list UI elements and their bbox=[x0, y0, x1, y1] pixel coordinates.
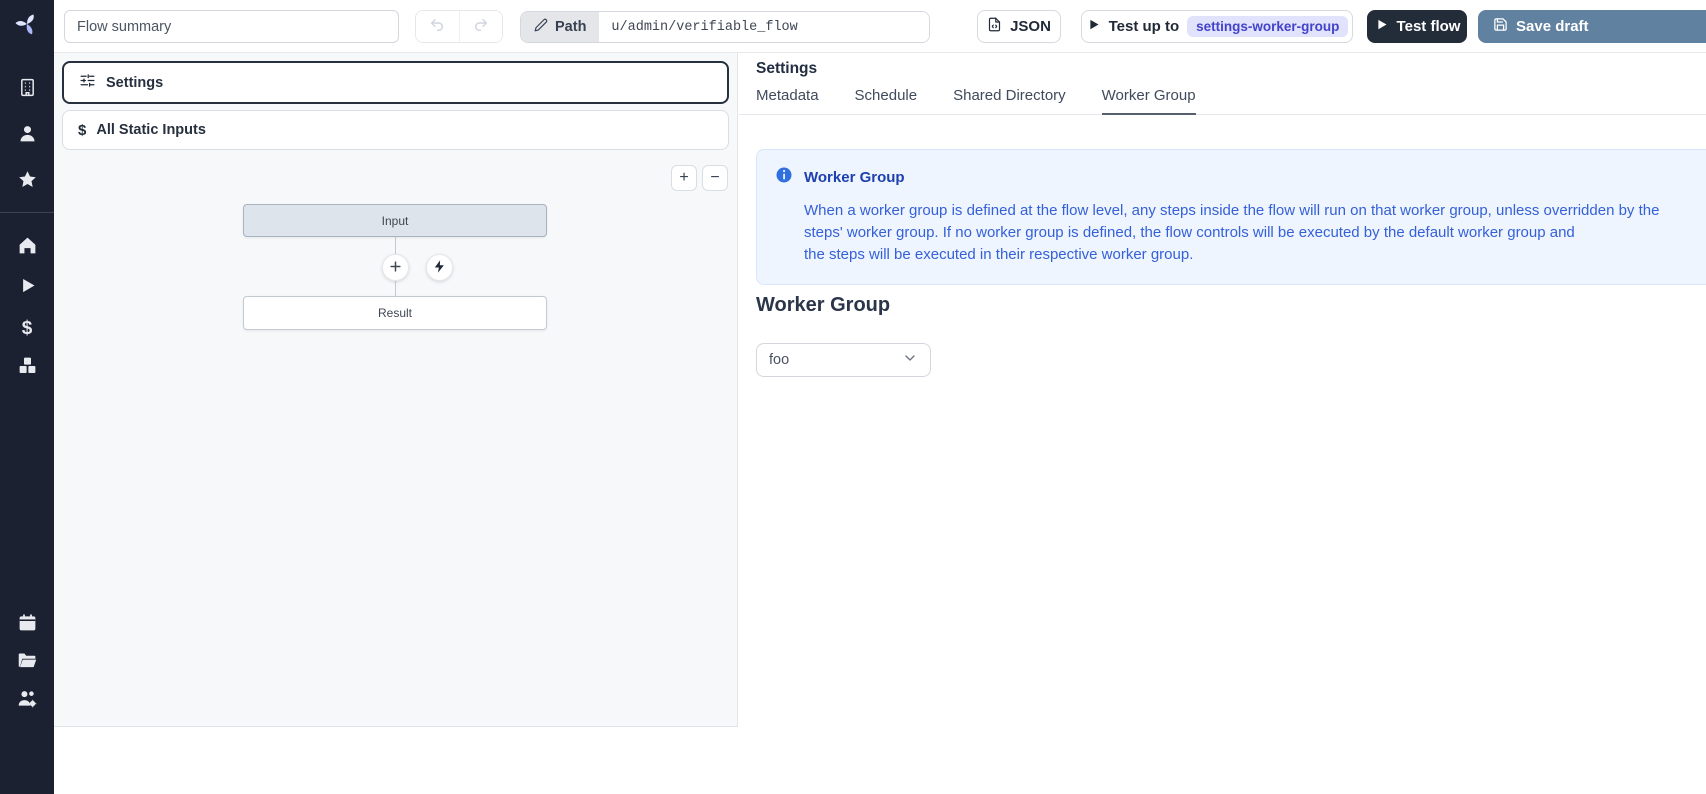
windmill-pinwheel-icon bbox=[15, 12, 39, 41]
sidebar-item-resources[interactable] bbox=[0, 350, 54, 386]
sidebar-item-variables[interactable]: $ bbox=[0, 310, 54, 346]
edit-path-button[interactable]: Path bbox=[521, 12, 599, 42]
star-icon bbox=[17, 169, 38, 195]
path-group: Path bbox=[520, 11, 930, 43]
sliders-icon bbox=[79, 72, 96, 94]
test-up-to-button[interactable]: Test up to settings-worker-group bbox=[1081, 10, 1353, 43]
json-button-label: JSON bbox=[1010, 18, 1051, 35]
flow-settings-label: Settings bbox=[106, 75, 163, 91]
flow-path-input[interactable] bbox=[599, 12, 929, 42]
sidebar-divider bbox=[0, 212, 54, 213]
info-text-line: steps' worker group. If no worker group … bbox=[804, 222, 1706, 244]
sidebar-item-user[interactable] bbox=[0, 118, 54, 154]
save-draft-label: Save draft bbox=[1516, 18, 1589, 35]
save-draft-button[interactable]: Save draft bbox=[1478, 10, 1706, 43]
sidebar-item-folders[interactable] bbox=[0, 645, 54, 681]
sidebar-item-home[interactable] bbox=[0, 230, 54, 266]
play-icon bbox=[17, 275, 38, 301]
info-text-line: When a worker group is defined at the fl… bbox=[804, 200, 1706, 222]
test-up-to-label: Test up to bbox=[1109, 18, 1180, 35]
zoom-in-button[interactable]: + bbox=[671, 165, 697, 191]
file-json-icon bbox=[987, 17, 1002, 36]
sidebar-item-favorites[interactable] bbox=[0, 164, 54, 200]
worker-group-selected-value: foo bbox=[769, 352, 789, 368]
tab-worker-group[interactable]: Worker Group bbox=[1102, 87, 1196, 115]
info-text-line: the steps will be executed in their resp… bbox=[804, 244, 1706, 266]
settings-panel: Settings Metadata Schedule Shared Direct… bbox=[739, 54, 1706, 794]
dollar-sign-icon: $ bbox=[22, 319, 33, 338]
play-icon bbox=[1374, 17, 1389, 36]
add-step-button[interactable] bbox=[382, 254, 409, 281]
undo-button[interactable] bbox=[416, 11, 459, 42]
sidebar-item-workers[interactable] bbox=[0, 683, 54, 719]
home-icon bbox=[17, 235, 38, 261]
worker-group-heading: Worker Group bbox=[756, 294, 890, 317]
tab-schedule[interactable]: Schedule bbox=[855, 87, 918, 115]
tab-metadata[interactable]: Metadata bbox=[756, 87, 819, 115]
boxes-icon bbox=[17, 355, 38, 381]
test-up-to-step-badge: settings-worker-group bbox=[1187, 16, 1348, 37]
sidebar-item-workspace[interactable] bbox=[0, 72, 54, 108]
sidebar-item-runs[interactable] bbox=[0, 270, 54, 306]
trigger-button[interactable] bbox=[426, 254, 453, 281]
plus-circle-icon bbox=[388, 259, 403, 277]
lightning-bolt-icon bbox=[432, 259, 447, 277]
calendar-icon bbox=[17, 612, 38, 638]
topbar: Path JSON Test up to settings-worker-gro… bbox=[54, 0, 1706, 53]
undo-redo-group bbox=[415, 10, 503, 43]
undo-icon bbox=[429, 17, 445, 36]
chevron-down-icon bbox=[902, 350, 918, 370]
tab-shared-directory[interactable]: Shared Directory bbox=[953, 87, 1066, 115]
input-node[interactable]: Input bbox=[243, 204, 547, 237]
sidebar-item-schedules[interactable] bbox=[0, 607, 54, 643]
flow-settings-item[interactable]: Settings bbox=[62, 61, 729, 104]
info-box-title: Worker Group bbox=[804, 169, 905, 186]
all-static-inputs-label: All Static Inputs bbox=[96, 122, 206, 138]
user-icon bbox=[17, 123, 38, 149]
dollar-sign-icon: $ bbox=[78, 122, 86, 139]
flow-graph-panel: Settings $ All Static Inputs + − Input R… bbox=[54, 53, 738, 727]
redo-icon bbox=[473, 17, 489, 36]
windmill-flow-editor: $ bbox=[0, 0, 1706, 794]
info-icon bbox=[775, 166, 793, 189]
test-flow-button[interactable]: Test flow bbox=[1367, 10, 1467, 43]
sidebar: $ bbox=[0, 0, 54, 794]
redo-button[interactable] bbox=[459, 11, 503, 42]
settings-panel-title: Settings bbox=[756, 60, 817, 78]
building-icon bbox=[17, 77, 38, 103]
test-flow-label: Test flow bbox=[1397, 18, 1461, 35]
windmill-logo[interactable] bbox=[0, 0, 54, 53]
settings-tabs: Metadata Schedule Shared Directory Worke… bbox=[756, 87, 1706, 115]
path-label: Path bbox=[555, 19, 586, 35]
all-static-inputs-item[interactable]: $ All Static Inputs bbox=[62, 110, 729, 150]
users-cog-icon bbox=[17, 688, 38, 714]
worker-group-select[interactable]: foo bbox=[756, 343, 931, 377]
flow-summary-input[interactable] bbox=[64, 10, 399, 43]
play-icon bbox=[1086, 17, 1101, 36]
json-button[interactable]: JSON bbox=[977, 10, 1061, 43]
result-node[interactable]: Result bbox=[243, 296, 547, 330]
worker-group-info-box: Worker Group When a worker group is defi… bbox=[756, 149, 1706, 285]
zoom-out-button[interactable]: − bbox=[702, 165, 728, 191]
save-icon bbox=[1493, 17, 1508, 36]
pencil-icon bbox=[534, 18, 548, 36]
folder-open-icon bbox=[17, 650, 38, 676]
